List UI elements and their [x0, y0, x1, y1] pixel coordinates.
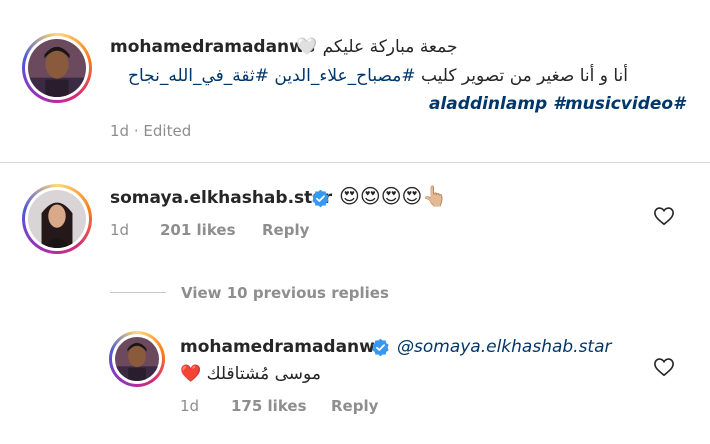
avatar-ring-inner — [25, 36, 89, 100]
avatar-portrait-icon — [28, 39, 86, 97]
avatar-photo — [28, 190, 86, 248]
caption-hashtags-latin[interactable]: aladdinlamp #musicvideo# — [429, 94, 685, 114]
post-author-username[interactable]: mohamedramadanws — [110, 37, 315, 57]
avatar-ring-inner — [112, 334, 162, 384]
post-time[interactable]: 1d — [110, 122, 129, 140]
comment-time[interactable]: 1d — [110, 221, 129, 239]
avatar-portrait-icon — [115, 337, 159, 381]
post-author-avatar[interactable] — [22, 33, 92, 103]
verified-badge-icon — [312, 189, 329, 208]
caption-line-1: جمعة مباركة عليكم 🤍 — [296, 37, 458, 57]
reply-author-username[interactable]: mohamedramadanws — [180, 337, 385, 357]
section-divider — [0, 162, 710, 163]
reply-author-avatar[interactable] — [109, 331, 165, 387]
reply-mention-link[interactable]: @somaya.elkhashab.star — [397, 337, 612, 357]
reply-text: موسى مُشتاقلك ❤️ — [180, 364, 321, 384]
comment-reply-button[interactable]: Reply — [262, 221, 309, 239]
caption-text: أنا و أنا صغير من تصوير كليب — [420, 66, 628, 86]
post-meta: 1d · Edited — [110, 122, 191, 140]
comment-text: 😍😍😍😍👆🏼 — [339, 184, 448, 208]
reply-reply-button[interactable]: Reply — [331, 397, 378, 415]
verified-badge-icon — [372, 338, 389, 357]
view-previous-replies-button[interactable]: View 10 previous replies — [181, 284, 389, 302]
like-heart-icon[interactable] — [653, 206, 675, 226]
reply-time[interactable]: 1d — [180, 397, 199, 415]
reply-likes[interactable]: 175 likes — [231, 397, 307, 415]
caption-line-2: أنا و أنا صغير من تصوير كليب #مصباح_علاء… — [128, 66, 628, 86]
avatar-portrait-icon — [28, 190, 86, 248]
like-heart-icon[interactable] — [653, 357, 675, 377]
commenter-avatar[interactable] — [22, 184, 92, 254]
comment-likes[interactable]: 201 likes — [160, 221, 236, 239]
commenter-username[interactable]: somaya.elkhashab.star — [110, 188, 332, 208]
avatar-photo — [115, 337, 159, 381]
caption-hashtags-arabic[interactable]: #مصباح_علاء_الدين #ثقة_في_الله_نجاح — [128, 66, 416, 86]
avatar-ring-inner — [25, 187, 89, 251]
avatar-photo — [28, 39, 86, 97]
meta-separator: · — [133, 122, 139, 140]
replies-toggle-line — [110, 292, 166, 293]
edited-label: Edited — [143, 122, 192, 140]
